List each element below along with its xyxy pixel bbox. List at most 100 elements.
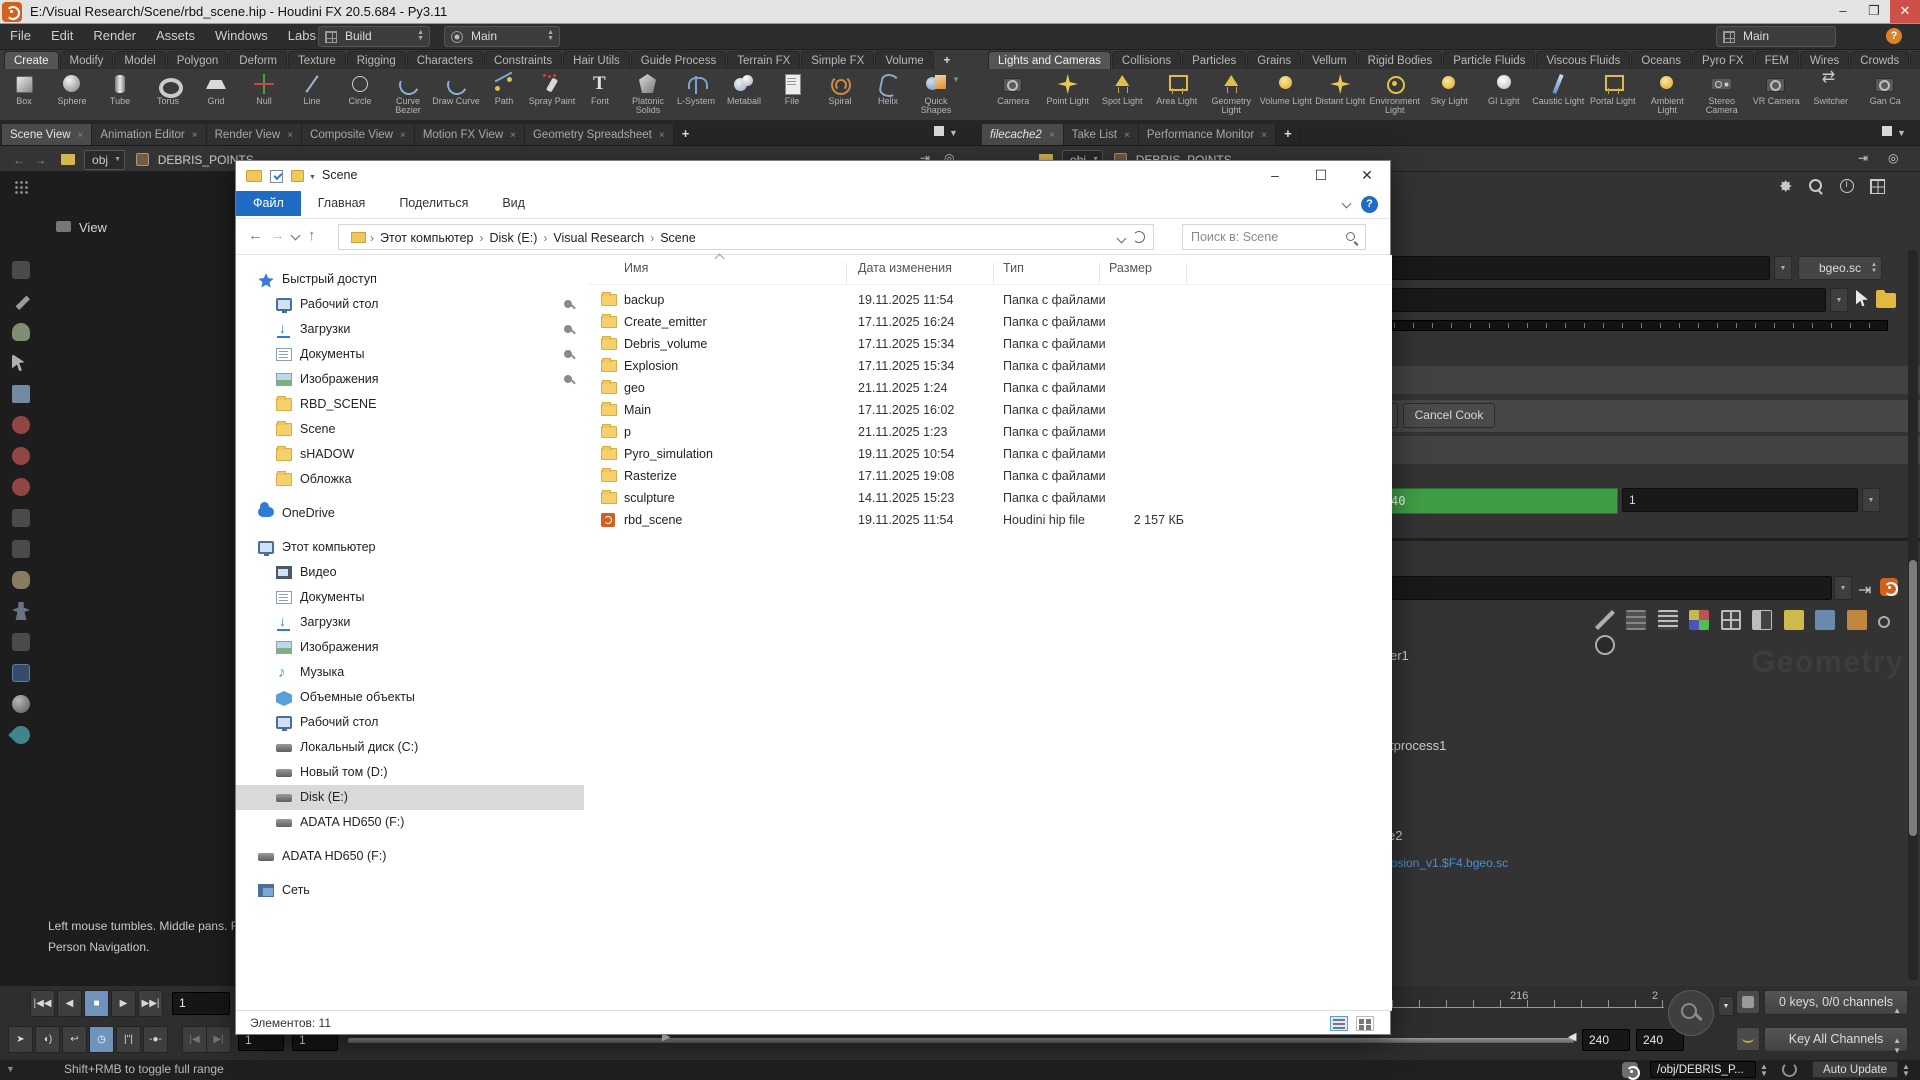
chevron-down-icon[interactable]: ▼ bbox=[1774, 256, 1792, 280]
close-tab-icon[interactable]: × bbox=[1261, 130, 1267, 141]
dim-icon[interactable] bbox=[12, 633, 30, 651]
dim-icon[interactable] bbox=[12, 509, 30, 527]
file-browser-icon[interactable] bbox=[1876, 290, 1896, 308]
shelf-tool-platonic-solids[interactable]: Platonic Solids bbox=[624, 71, 672, 119]
search-input[interactable]: Поиск в: Scene bbox=[1182, 224, 1366, 250]
frame-value-field[interactable]: 1 bbox=[1622, 488, 1858, 512]
cancel-cook-button[interactable]: Cancel Cook bbox=[1403, 403, 1495, 428]
shelf-tool-helix[interactable]: Helix bbox=[864, 71, 912, 119]
viewport-view-menu[interactable]: View bbox=[56, 220, 107, 235]
shelf-tab-crowds[interactable]: Crowds bbox=[1850, 51, 1910, 69]
shelf-tool-spot-light[interactable]: Spot Light bbox=[1095, 71, 1150, 119]
sidebar-pc-item-0[interactable]: Видео bbox=[236, 560, 584, 585]
menu-assets[interactable]: Assets bbox=[146, 24, 205, 47]
shelf-tool-sphere[interactable]: Sphere bbox=[48, 71, 96, 119]
scene-selector[interactable]: Main ▲ ▼ bbox=[444, 26, 560, 47]
pin-icon[interactable] bbox=[564, 325, 572, 333]
shelf-tool-line[interactable]: Line bbox=[288, 71, 336, 119]
shelf-tool-portal-light[interactable]: Portal Light bbox=[1586, 71, 1641, 119]
pane-tab-scene-view[interactable]: Scene View × bbox=[2, 124, 93, 145]
pane-controls-right[interactable]: ▼ bbox=[1882, 126, 1906, 138]
shelf-tab-drive-simulation[interactable]: Drive Simulation bbox=[1910, 51, 1920, 69]
gear-icon[interactable] bbox=[1777, 177, 1795, 195]
sidebar-item-3[interactable]: Изображения bbox=[236, 367, 584, 392]
info-icon[interactable] bbox=[1838, 177, 1856, 195]
range-end-field2[interactable]: 240 bbox=[1636, 1029, 1684, 1051]
chevron-down-icon[interactable]: ▼ bbox=[1830, 288, 1848, 312]
undo-loop-icon[interactable]: ↩ bbox=[62, 1026, 87, 1053]
shelf-tab-fem[interactable]: FEM bbox=[1754, 51, 1799, 69]
close-tab-icon[interactable]: × bbox=[78, 130, 84, 141]
shelf-tool-draw-curve[interactable]: Draw Curve bbox=[432, 71, 480, 119]
pane-tab-add[interactable]: + bbox=[674, 121, 699, 145]
sidebar-item-7[interactable]: Обложка bbox=[236, 467, 584, 492]
prev-key-button[interactable]: |◀ bbox=[182, 1026, 207, 1053]
dim-icon[interactable] bbox=[12, 540, 30, 558]
pin-icon[interactable] bbox=[564, 300, 572, 308]
shelf-tab-vellum[interactable]: Vellum bbox=[1302, 51, 1357, 69]
shelf-tab-oceans[interactable]: Oceans bbox=[1631, 51, 1692, 69]
pane-target-icon[interactable]: ◎ bbox=[1888, 151, 1898, 165]
key-all-channels-button[interactable]: Key All Channels ▲ ▼ bbox=[1764, 1027, 1908, 1055]
keys-summary-button[interactable]: 0 keys, 0/0 channels ▲ bbox=[1764, 990, 1908, 1015]
table-row[interactable]: Explosion 17.11.2025 15:34 Папка с файлами bbox=[588, 355, 1392, 377]
sidebar-pc-item-3[interactable]: Изображения bbox=[236, 635, 584, 660]
shelf-tab-guide-process[interactable]: Guide Process bbox=[630, 51, 727, 69]
network-grid-icon[interactable] bbox=[1720, 610, 1741, 630]
tools-icon[interactable] bbox=[1595, 610, 1615, 630]
person-icon[interactable] bbox=[12, 602, 30, 620]
shelf-tab-modify[interactable]: Modify bbox=[59, 51, 114, 69]
breadcrumb[interactable]: › Этот компьютер › Disk (E:) › Visual Researc… bbox=[345, 230, 700, 245]
breadcrumb-item[interactable]: Этот компьютер bbox=[376, 231, 477, 245]
shelf-tool-caustic-light[interactable]: Caustic Light bbox=[1531, 71, 1586, 119]
auto-update-spinner[interactable]: ▲ ▼ bbox=[1902, 1063, 1910, 1078]
shelf-overflow-icon[interactable]: ▼ bbox=[952, 76, 960, 110]
shelf-tool-box[interactable]: Box bbox=[0, 71, 48, 119]
keyframe-options-icon[interactable] bbox=[1736, 990, 1760, 1014]
lock-icon[interactable] bbox=[12, 385, 30, 403]
dotred-icon[interactable] bbox=[12, 447, 30, 465]
nav-history-icon[interactable] bbox=[290, 230, 301, 241]
splitter-icon[interactable]: ▼ bbox=[6, 1064, 15, 1074]
sidebar-pc-item-7[interactable]: Локальный диск (C:) bbox=[236, 735, 584, 760]
shelf-tab-particle-fluids[interactable]: Particle Fluids bbox=[1443, 51, 1536, 69]
table-row[interactable]: Rasterize 17.11.2025 19:08 Папка с файлами bbox=[588, 465, 1392, 487]
pin-icon[interactable] bbox=[564, 375, 572, 383]
shelf-tool-vr-camera[interactable]: VR Camera bbox=[1749, 71, 1804, 119]
close-tab-icon[interactable]: × bbox=[510, 130, 516, 141]
shelf-tool-path[interactable]: Path bbox=[480, 71, 528, 119]
brush-icon[interactable] bbox=[12, 323, 30, 341]
teal-icon[interactable] bbox=[8, 722, 34, 748]
play-reverse-button[interactable]: ◀ bbox=[57, 990, 82, 1017]
help-button[interactable]: ? bbox=[1886, 28, 1902, 44]
column-headers[interactable]: Имя Дата изменения Тип Размер bbox=[588, 253, 1392, 285]
shelf-tool-gi-light[interactable]: GI Light bbox=[1477, 71, 1532, 119]
shelf-tool-point-light[interactable]: Point Light bbox=[1041, 71, 1096, 119]
ribbon-tab-2[interactable]: Поделиться bbox=[382, 191, 485, 216]
explorer-titlebar[interactable]: ▼ Scene – ☐ ✕ bbox=[236, 161, 1390, 191]
explorer-window[interactable]: ▼ Scene – ☐ ✕ Файл Главная Поделиться Вид ?… bbox=[235, 160, 1392, 1035]
shelf-tool-curve-bezier[interactable]: Curve Bezier bbox=[384, 71, 432, 119]
shelf-tool-sky-light[interactable]: Sky Light bbox=[1422, 71, 1477, 119]
shelf-tab-volume[interactable]: Volume bbox=[875, 51, 934, 69]
stowbar-dots-icon[interactable] bbox=[14, 180, 28, 194]
node-label[interactable]: tprocess1 bbox=[1390, 738, 1446, 753]
table-row[interactable]: Main 17.11.2025 16:02 Папка с файлами bbox=[588, 399, 1392, 421]
back-arrow-icon[interactable]: ← bbox=[13, 153, 25, 167]
shelf-tab-lights-and-cameras[interactable]: Lights and Cameras bbox=[988, 51, 1111, 69]
shelf-tab-particles[interactable]: Particles bbox=[1182, 51, 1247, 69]
shelf-tab-create[interactable]: Create bbox=[4, 51, 59, 69]
table-row[interactable]: Create_emitter 17.11.2025 16:24 Папка с фа… bbox=[588, 311, 1392, 333]
pin-icon[interactable] bbox=[564, 350, 572, 358]
shelf-tab-deform[interactable]: Deform bbox=[229, 51, 287, 69]
desktop-selector[interactable]: Build ▲ ▼ bbox=[318, 26, 430, 47]
dopesheet-icon[interactable]: -●- bbox=[143, 1026, 168, 1053]
sidebar-item-2[interactable]: Документы bbox=[236, 342, 584, 367]
node-path-spinner[interactable]: ▲ ▼ bbox=[1760, 1063, 1768, 1078]
minimize-button[interactable]: – bbox=[1828, 0, 1858, 23]
sidebar-drive-f[interactable]: ADATA HD650 (F:) bbox=[236, 844, 584, 869]
sidebar-this-pc[interactable]: Этот компьютер bbox=[236, 535, 584, 560]
pane-controls-left[interactable]: ▼ bbox=[934, 126, 958, 138]
dim-icon[interactable] bbox=[12, 261, 30, 279]
table-row[interactable]: geo 21.11.2025 1:24 Папка с файлами bbox=[588, 377, 1392, 399]
